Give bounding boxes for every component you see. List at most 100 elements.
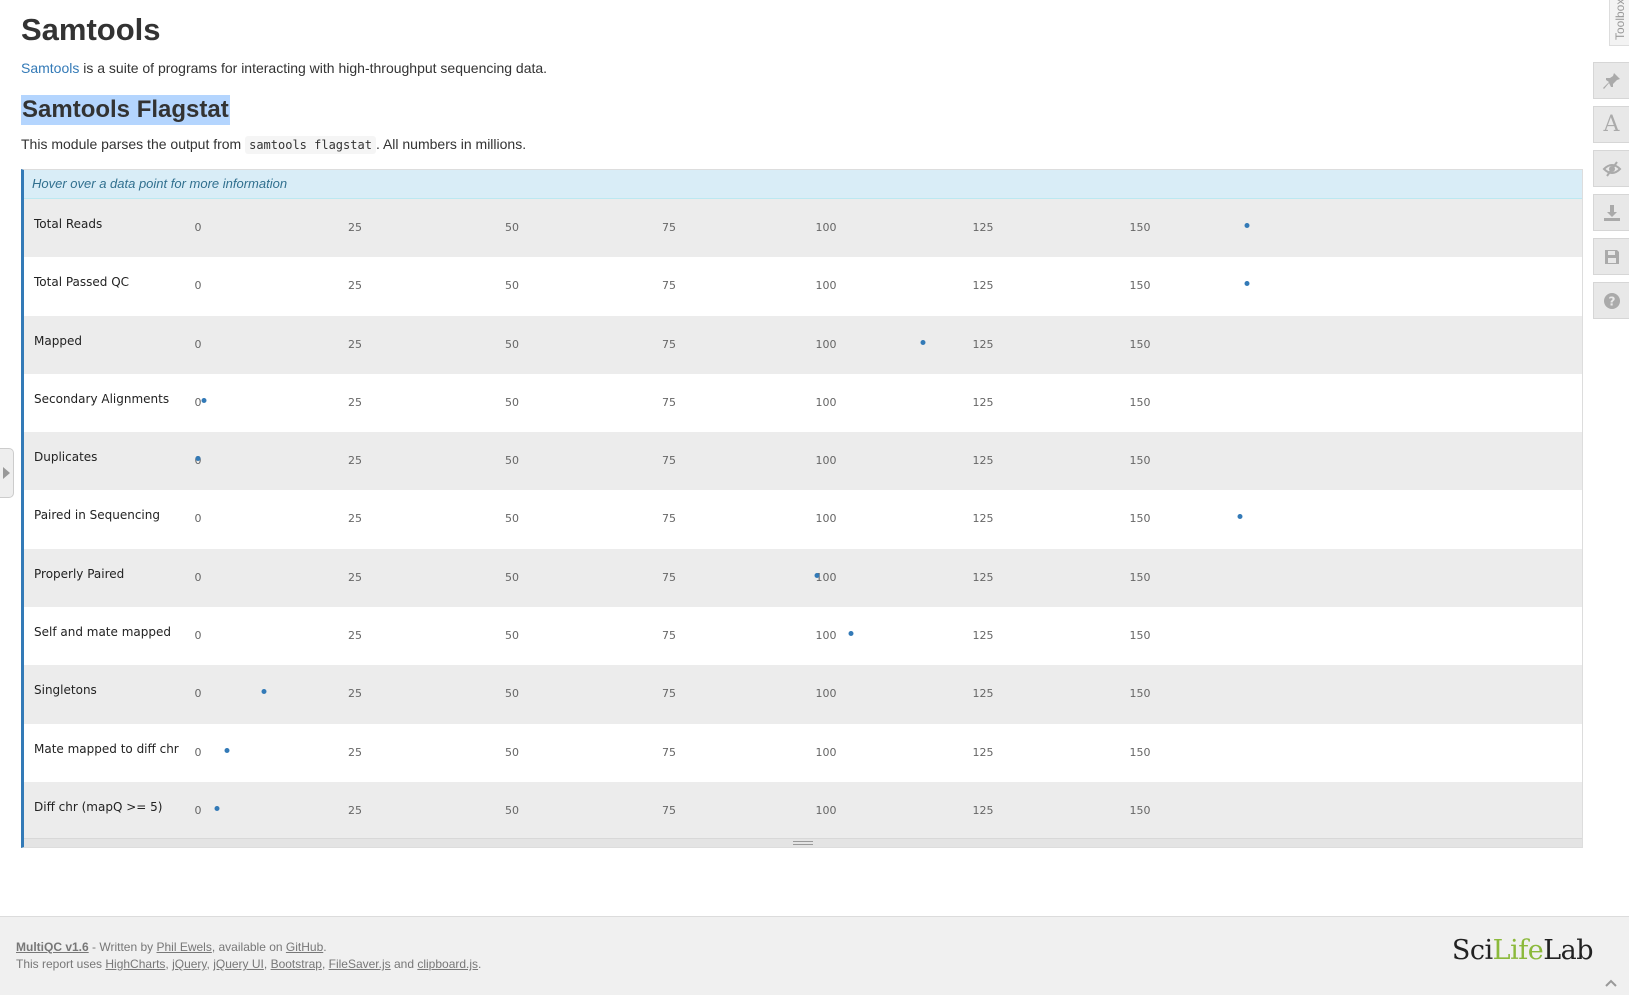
x-tick-label: 75 — [662, 512, 676, 526]
x-tick-label: 75 — [662, 454, 676, 468]
module-description: This module parses the output from samto… — [21, 136, 527, 154]
intro-text: Samtools is a suite of programs for inte… — [21, 60, 547, 76]
x-tick-label: 100 — [815, 454, 837, 468]
back-to-top-icon[interactable] — [1605, 977, 1617, 989]
beeswarm-row: Secondary Alignments 0 25 50 75 100 125 150 — [24, 373, 1582, 433]
pin-icon — [1602, 72, 1620, 89]
x-tick-label: 125 — [972, 279, 994, 293]
desc-after: . All numbers in millions. — [375, 136, 527, 152]
bootstrap-link[interactable]: Bootstrap — [271, 957, 322, 971]
x-tick-label: 75 — [662, 629, 676, 643]
beeswarm-rows: Total Reads 0 25 50 75 100 125 150 Total Passed … — [24, 199, 1582, 841]
x-tick-label: 0 — [194, 629, 202, 643]
x-tick-label: 150 — [1129, 221, 1151, 234]
row-label: Mate mapped to diff chr — [34, 741, 179, 756]
x-tick-label: 50 — [505, 512, 519, 526]
row-label: Singletons — [34, 683, 97, 698]
x-tick-label: 125 — [972, 454, 994, 468]
toolbox: Toolbox A ? — [1593, 0, 1629, 330]
x-tick-label: 75 — [662, 221, 676, 234]
x-tick-label: 75 — [662, 745, 676, 759]
x-tick-label: 0 — [194, 745, 202, 759]
x-tick-label: 125 — [972, 512, 994, 526]
x-tick-label: 150 — [1129, 395, 1151, 409]
footer-text: - Written by — [88, 940, 157, 954]
data-point[interactable] — [920, 339, 926, 345]
data-point[interactable] — [214, 805, 220, 811]
clipboard-link[interactable]: clipboard.js — [417, 957, 478, 971]
author-link[interactable]: Phil Ewels — [156, 940, 211, 954]
chevron-right-icon — [3, 467, 10, 479]
x-tick-label: 125 — [972, 570, 994, 584]
x-tick-label: 125 — [972, 395, 994, 409]
x-tick-label: 75 — [662, 803, 676, 817]
x-tick-label: 50 — [505, 337, 519, 351]
x-tick-label: 125 — [972, 745, 994, 759]
highcharts-link[interactable]: HighCharts — [105, 957, 165, 971]
github-link[interactable]: GitHub — [286, 940, 323, 954]
footer-libraries: This report uses HighCharts, jQuery, jQu… — [16, 957, 481, 971]
x-tick-label: 50 — [505, 629, 519, 643]
beeswarm-plot[interactable]: Hover over a data point for more informa… — [21, 169, 1583, 848]
toolbox-tab[interactable]: Toolbox — [1609, 0, 1629, 46]
data-point[interactable] — [224, 747, 230, 753]
beeswarm-row: Mate mapped to diff chr 0 25 50 75 100 125 150 — [24, 723, 1582, 782]
x-tick-label: 25 — [348, 512, 362, 526]
x-tick-label: 100 — [815, 803, 837, 817]
plot-resize-handle[interactable] — [24, 838, 1582, 847]
hide-samples-button[interactable] — [1593, 150, 1629, 187]
jquery-ui-link[interactable]: jQuery UI — [213, 957, 264, 971]
desc-code: samtools flagstat — [245, 136, 376, 154]
beeswarm-row: Paired in Sequencing 0 25 50 75 100 125 150 — [24, 490, 1582, 549]
help-icon: ? — [1603, 292, 1620, 309]
section-title: Samtools Flagstat — [21, 95, 230, 125]
save-icon — [1604, 249, 1619, 264]
x-tick-label: 50 — [505, 454, 519, 468]
grip-icon — [793, 841, 813, 845]
desc-before: This module parses the output from — [21, 136, 246, 152]
logo-part: Sci — [1451, 935, 1493, 966]
beeswarm-row: Self and mate mapped 0 25 50 75 100 125 150 — [24, 607, 1582, 666]
help-button[interactable]: ? — [1593, 282, 1629, 319]
row-label: Diff chr (mapQ >= 5) — [34, 799, 163, 814]
x-tick-label: 150 — [1129, 803, 1151, 817]
x-tick-label: 100 — [815, 395, 837, 409]
data-point[interactable] — [848, 631, 854, 637]
sidebar-toggle-button[interactable] — [0, 448, 14, 498]
logo-part: Life — [1492, 935, 1544, 966]
x-tick-label: 50 — [505, 221, 519, 234]
x-tick-label: 150 — [1129, 745, 1151, 759]
x-tick-label: 50 — [505, 570, 519, 584]
data-point[interactable] — [261, 689, 267, 695]
x-tick-label: 150 — [1129, 512, 1151, 526]
x-tick-label: 0 — [194, 337, 202, 351]
x-tick-label: 50 — [505, 745, 519, 759]
download-icon — [1603, 204, 1620, 221]
x-tick-label: 75 — [662, 687, 676, 701]
footer-text: , available on — [211, 940, 286, 954]
pin-button[interactable] — [1593, 62, 1629, 99]
beeswarm-row: Singletons 0 25 50 75 100 125 150 — [24, 665, 1582, 724]
data-point[interactable] — [201, 397, 207, 403]
x-tick-label: 25 — [348, 745, 362, 759]
x-tick-label: 150 — [1129, 687, 1151, 701]
multiqc-link[interactable]: MultiQC v1.6 — [16, 940, 89, 954]
data-point[interactable] — [1237, 514, 1243, 520]
separator: , — [321, 957, 329, 971]
save-settings-button[interactable] — [1593, 238, 1629, 275]
data-point[interactable] — [1244, 281, 1250, 287]
x-tick-label: 50 — [505, 395, 519, 409]
samtools-link[interactable]: Samtools — [21, 60, 79, 76]
export-button[interactable] — [1593, 194, 1629, 231]
filesaver-link[interactable]: FileSaver.js — [329, 957, 391, 971]
jquery-link[interactable]: jQuery — [172, 957, 206, 971]
scilifelab-logo[interactable]: SciLifeLab — [1451, 935, 1594, 966]
x-tick-label: 150 — [1129, 279, 1151, 293]
intro-rest: is a suite of programs for interacting w… — [79, 60, 548, 76]
data-point[interactable] — [195, 456, 201, 462]
footer-text: . — [323, 940, 327, 954]
data-point[interactable] — [814, 572, 820, 578]
highlight-button[interactable]: A — [1593, 106, 1629, 143]
data-point[interactable] — [1244, 223, 1250, 228]
x-tick-label: 100 — [815, 570, 837, 584]
